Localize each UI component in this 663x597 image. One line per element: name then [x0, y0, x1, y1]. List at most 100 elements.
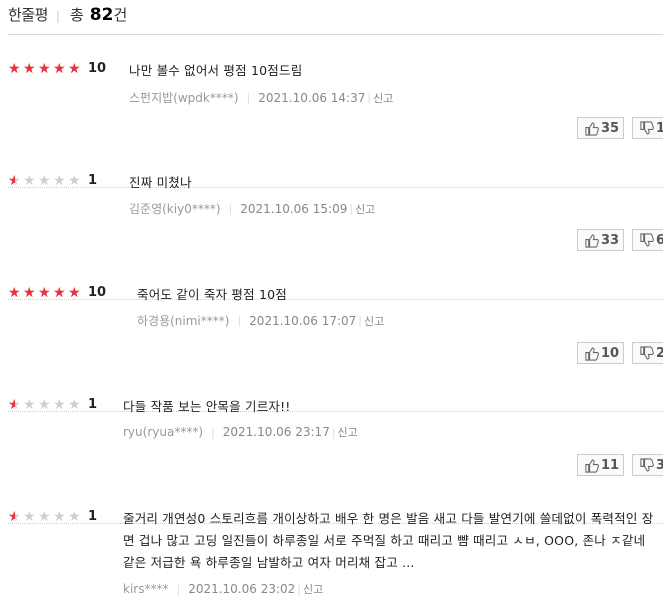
star-icon: ★ ★	[38, 62, 51, 76]
review-comment: 다들 작품 보는 안목을 기르자!!	[123, 399, 291, 414]
review-item: ★ ★ ★ ★ ★ ★ 1 줄거리 개연성0 스토리흐름 개이상하고 배우 한 명은 발음…	[8, 509, 663, 597]
report-link[interactable]: 신고	[303, 581, 323, 597]
review-score: 1	[88, 509, 98, 524]
report-link[interactable]: 신고	[364, 313, 384, 329]
review-date: 2021.10.06 23:02	[188, 582, 296, 596]
review-item: ★ ★ ★ ★ ★ ★ ★ ★ ★ ★ 10 나만 볼수 없어서 평점 10점드림 스펀지밥(wp…	[8, 61, 663, 188]
thumb-up-icon	[585, 233, 599, 248]
dislike-button[interactable]: 6	[632, 229, 663, 251]
review-date: 2021.10.06 14:37	[258, 90, 366, 105]
star-icon: ★	[68, 174, 81, 188]
review-item: ★ ★ ★ ★ ★ ★ 1 다들 작품 보는 안목을 기르자!! ryu(ryua****…	[8, 397, 663, 524]
review-list-header: 한줄평 | 총 82 건	[8, 4, 127, 28]
dislike-button[interactable]: 3	[632, 454, 663, 476]
star-icon: ★	[68, 398, 81, 412]
meta-separator: |	[228, 202, 233, 215]
star-icon: ★	[23, 398, 36, 412]
star-icon: ★ ★	[68, 286, 81, 300]
header-divider	[8, 34, 663, 35]
review-comment: 진짜 미쳤나	[129, 175, 192, 190]
review-author: 하경용(nimi****)	[137, 314, 230, 328]
review-date: 2021.10.06 23:17	[222, 425, 330, 439]
star-icon: ★ ★	[68, 62, 81, 76]
review-meta: 스펀지밥(wpdk****) | 2021.10.06 14:37 | 신고	[129, 89, 393, 106]
thumb-down-icon	[640, 232, 654, 247]
meta-separator: |	[211, 425, 215, 439]
star-icon: ★	[23, 174, 36, 188]
section-title: 한줄평	[8, 6, 48, 24]
review-comment: 줄거리 개연성0 스토리흐름 개이상하고 배우 한 명은 발음 새고 다들 발연…	[123, 511, 654, 570]
meta-separator: |	[367, 91, 372, 104]
thumb-up-icon	[585, 458, 599, 473]
review-score: 1	[88, 173, 98, 188]
star-rating: ★ ★ ★ ★ ★ ★	[8, 510, 82, 524]
thumb-down-icon	[640, 345, 654, 360]
star-icon: ★	[38, 174, 51, 188]
review-score: 1	[88, 397, 98, 412]
star-icon: ★ ★	[8, 398, 21, 412]
review-meta: ryu(ryua****) | 2021.10.06 23:17 | 신고	[123, 424, 358, 440]
review-meta: 하경용(nimi****) | 2021.10.06 17:07 | 신고	[137, 312, 384, 329]
star-rating: ★ ★ ★ ★ ★ ★ ★ ★ ★ ★	[8, 286, 82, 300]
like-count: 35	[601, 120, 620, 136]
header-separator: |	[55, 9, 60, 23]
review-author: kirs****	[123, 582, 169, 596]
review-date: 2021.10.06 17:07	[249, 313, 357, 328]
star-icon: ★	[68, 510, 81, 524]
star-icon: ★ ★	[23, 286, 36, 300]
star-icon: ★	[38, 510, 51, 524]
review-list-page: 한줄평 | 총 82 건 ★ ★ ★ ★ ★ ★ ★ ★ ★ ★ 10 나만 볼수 없어서 평점 …	[0, 0, 663, 597]
review-author: 김준영(kiy0****)	[129, 202, 221, 216]
report-link[interactable]: 신고	[355, 201, 375, 217]
star-rating: ★ ★ ★ ★ ★ ★	[8, 174, 82, 188]
like-button[interactable]: 10	[577, 342, 624, 364]
like-button[interactable]: 33	[577, 229, 624, 251]
meta-separator: |	[246, 91, 251, 104]
meta-separator: |	[331, 425, 336, 439]
star-icon: ★	[53, 174, 66, 188]
star-icon: ★	[53, 510, 66, 524]
report-link[interactable]: 신고	[373, 90, 393, 106]
review-comment: 나만 볼수 없어서 평점 10점드림	[129, 63, 303, 78]
review-comment: 죽어도 같이 죽자 평점 10점	[137, 287, 287, 302]
thumb-down-icon	[640, 457, 654, 472]
review-score: 10	[88, 61, 107, 76]
thumb-up-icon	[585, 121, 599, 136]
dislike-count: 6	[656, 232, 663, 248]
like-button[interactable]: 35	[577, 117, 624, 139]
review-meta: 김준영(kiy0****) | 2021.10.06 15:09 | 신고	[129, 200, 375, 217]
star-icon: ★ ★	[53, 286, 66, 300]
star-icon: ★	[53, 398, 66, 412]
review-author: 스펀지밥(wpdk****)	[129, 91, 239, 105]
dislike-button[interactable]: 2	[632, 342, 663, 364]
total-label: 총	[69, 6, 84, 24]
star-icon: ★ ★	[53, 62, 66, 76]
star-icon: ★	[23, 510, 36, 524]
star-icon: ★	[38, 398, 51, 412]
star-icon: ★ ★	[8, 62, 21, 76]
dislike-count: 1	[656, 120, 663, 136]
thumb-down-icon	[640, 120, 654, 135]
like-button[interactable]: 11	[577, 454, 624, 476]
dislike-count: 3	[656, 457, 663, 473]
star-icon: ★ ★	[8, 510, 21, 524]
review-item: ★ ★ ★ ★ ★ ★ ★ ★ ★ ★ 10 죽어도 같이 죽자 평점 10점 하경용(nimi*…	[8, 285, 663, 412]
star-icon: ★ ★	[23, 62, 36, 76]
star-icon: ★ ★	[38, 286, 51, 300]
review-meta: kirs**** | 2021.10.06 23:02 | 신고	[123, 581, 323, 597]
star-icon: ★ ★	[8, 286, 21, 300]
dislike-button[interactable]: 1	[632, 117, 663, 139]
review-date: 2021.10.06 15:09	[240, 201, 348, 216]
meta-separator: |	[237, 314, 242, 327]
review-item: ★ ★ ★ ★ ★ ★ 1 진짜 미쳤나 김준영(kiy0****) | 2021.10.…	[8, 173, 663, 300]
total-count: 82	[89, 5, 114, 25]
report-link[interactable]: 신고	[338, 424, 358, 440]
review-score: 10	[88, 285, 107, 300]
dislike-count: 2	[656, 345, 663, 361]
total-unit: 건	[113, 6, 128, 24]
star-icon: ★ ★	[8, 174, 21, 188]
star-rating: ★ ★ ★ ★ ★ ★ ★ ★ ★ ★	[8, 62, 82, 76]
meta-separator: |	[176, 582, 181, 596]
review-author: ryu(ryua****)	[123, 425, 203, 439]
meta-separator: |	[349, 202, 354, 215]
